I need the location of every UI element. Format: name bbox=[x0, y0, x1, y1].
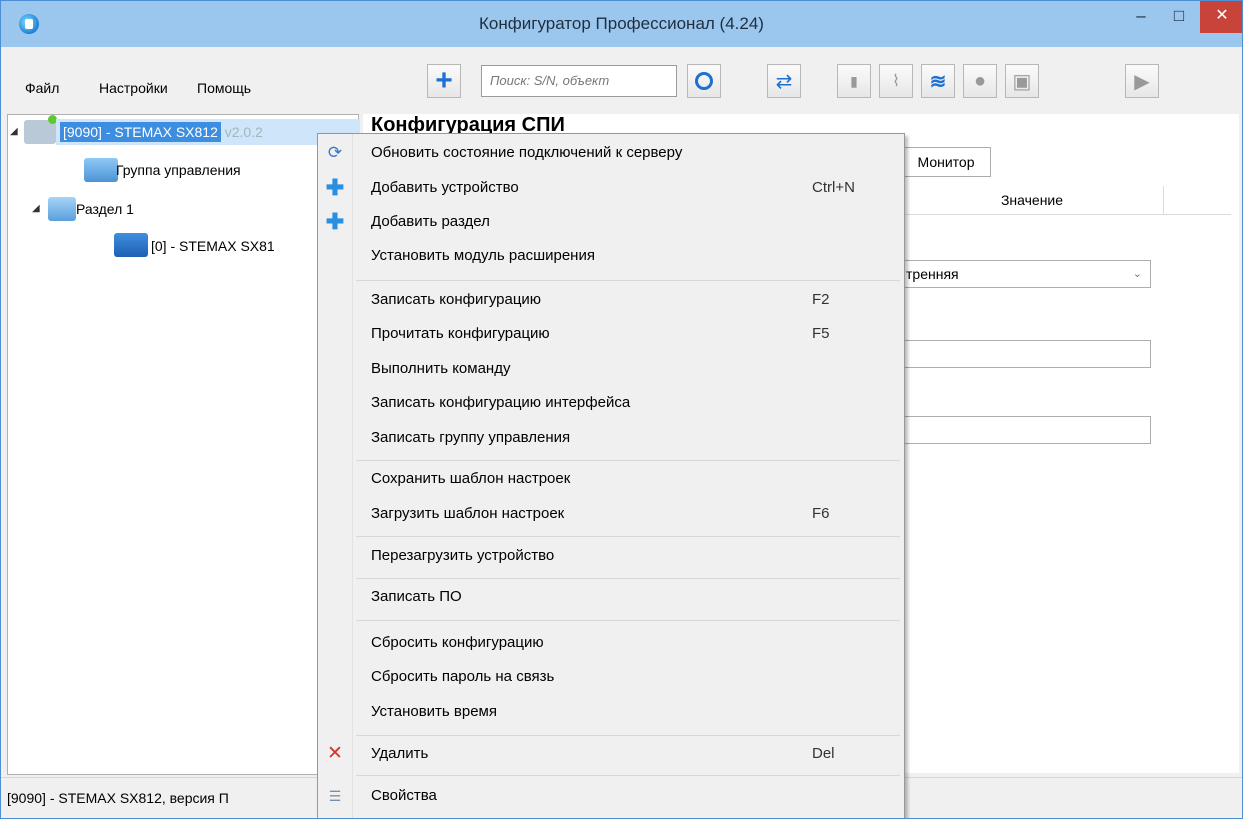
menu-item-write-control-group[interactable]: Записать группу управления bbox=[318, 422, 904, 456]
globe-icon: ● bbox=[973, 69, 987, 92]
maximize-button[interactable]: □ bbox=[1161, 1, 1197, 33]
value-field-1[interactable] bbox=[901, 340, 1151, 368]
menu-item-write-config[interactable]: Записать конфигурацию F2 bbox=[318, 284, 904, 318]
tree-section-label: Раздел 1 bbox=[76, 201, 134, 217]
device-tree: ◢ [9090] - STEMAX SX812 v2.0.2 Группа уп… bbox=[7, 114, 360, 775]
window-title: Конфигуратор Профессионал (4.24) bbox=[479, 14, 764, 33]
tree-root-label: [9090] - STEMAX SX812 bbox=[60, 122, 221, 142]
dropdown-value: тренняя bbox=[906, 266, 959, 282]
plus-icon: + bbox=[435, 64, 453, 97]
device-icon: ▣ bbox=[1012, 70, 1032, 93]
add-button[interactable]: + bbox=[427, 64, 461, 98]
tree-item-root[interactable]: ◢ [9090] - STEMAX SX812 v2.0.2 bbox=[8, 115, 360, 145]
menu-item-reset-password[interactable]: Сбросить пароль на связь bbox=[318, 661, 904, 695]
menu-separator bbox=[356, 775, 900, 776]
search-input[interactable]: Поиск: S/N, объект bbox=[481, 65, 677, 97]
wifi-button[interactable]: ≋ bbox=[921, 64, 955, 98]
user-connect-icon: ⇄ bbox=[775, 70, 793, 93]
menu-item-set-time[interactable]: Установить время bbox=[318, 696, 904, 730]
tab-monitor[interactable]: Монитор bbox=[901, 147, 991, 177]
menu-item-refresh[interactable]: ⟳ Обновить состояние подключений к серве… bbox=[318, 137, 904, 171]
device-icon bbox=[114, 233, 148, 257]
menu-file[interactable]: Файл bbox=[25, 80, 59, 96]
menu-item-reset-config[interactable]: Сбросить конфигурацию bbox=[318, 627, 904, 661]
play-icon: ▶ bbox=[1134, 70, 1150, 93]
chevron-down-icon: ⌄ bbox=[1132, 268, 1142, 280]
group-icon bbox=[84, 158, 118, 182]
usb-icon: ▮ bbox=[850, 72, 858, 89]
section-icon bbox=[48, 197, 76, 221]
value-field-2[interactable] bbox=[901, 416, 1151, 444]
menu-item-save-template[interactable]: Сохранить шаблон настроек bbox=[318, 463, 904, 497]
tree-root-version: v2.0.2 bbox=[224, 124, 263, 140]
menu-item-install-module[interactable]: Установить модуль расширения bbox=[318, 240, 904, 274]
collapse-icon[interactable]: ◢ bbox=[10, 119, 18, 145]
status-text: [9090] - STEMAX SX812, версия П bbox=[7, 790, 229, 806]
key-search-icon bbox=[695, 72, 713, 90]
menu-item-delete[interactable]: ✕ Удалить Del bbox=[318, 738, 904, 772]
menu-separator bbox=[356, 536, 900, 537]
menu-separator bbox=[356, 280, 900, 281]
column-value-header: Значение bbox=[901, 186, 1164, 214]
app-window: Конфигуратор Профессионал (4.24) – □ ✕ Ф… bbox=[0, 0, 1243, 819]
menu-separator bbox=[356, 460, 900, 461]
menu-settings[interactable]: Настройки bbox=[99, 80, 168, 96]
menu-separator bbox=[356, 578, 900, 579]
menu-item-write-interface-config[interactable]: Записать конфигурацию интерфейса bbox=[318, 387, 904, 421]
antenna-icon: ⌇ bbox=[892, 73, 900, 90]
network-button[interactable]: ● bbox=[963, 64, 997, 98]
menu-item-write-firmware[interactable]: Записать ПО bbox=[318, 581, 904, 615]
value-dropdown[interactable]: тренняя ⌄ bbox=[901, 260, 1151, 288]
menu-item-add-device[interactable]: ✚ Добавить устройство Ctrl+N bbox=[318, 172, 904, 206]
tree-device-label: [0] - STEMAX SX81 bbox=[151, 238, 275, 254]
delete-icon: ✕ bbox=[327, 743, 343, 764]
menu-help[interactable]: Помощь bbox=[197, 80, 251, 96]
menu-item-properties[interactable]: ☰ Свойства bbox=[318, 780, 904, 814]
menu-item-read-config[interactable]: Прочитать конфигурацию F5 bbox=[318, 318, 904, 352]
collapse-icon[interactable]: ◢ bbox=[32, 196, 40, 222]
radio-button[interactable]: ⌇ bbox=[879, 64, 913, 98]
menu-separator bbox=[356, 735, 900, 736]
device-button[interactable]: ▣ bbox=[1005, 64, 1039, 98]
wifi-icon: ≋ bbox=[929, 70, 947, 93]
add-device-icon: ✚ bbox=[325, 175, 345, 200]
usb-button[interactable]: ▮ bbox=[837, 64, 871, 98]
properties-icon: ☰ bbox=[328, 788, 342, 804]
context-menu: ⟳ Обновить состояние подключений к серве… bbox=[317, 133, 905, 818]
refresh-icon: ⟳ bbox=[327, 143, 343, 162]
search-button[interactable] bbox=[687, 64, 721, 98]
menu-item-reboot-device[interactable]: Перезагрузить устройство bbox=[318, 540, 904, 574]
tree-group-label: Группа управления bbox=[116, 162, 241, 178]
menu-item-add-section[interactable]: ✚ Добавить раздел bbox=[318, 206, 904, 240]
add-section-icon: ✚ bbox=[325, 209, 345, 234]
properties-grid-header: Значение bbox=[901, 186, 1231, 215]
close-button[interactable]: ✕ bbox=[1200, 1, 1242, 33]
connect-user-button[interactable]: ⇄ bbox=[767, 64, 801, 98]
menu-item-execute-command[interactable]: Выполнить команду bbox=[318, 353, 904, 387]
menu-separator bbox=[356, 620, 900, 621]
play-button[interactable]: ▶ bbox=[1125, 64, 1159, 98]
title-bar: Конфигуратор Профессионал (4.24) – □ ✕ bbox=[1, 1, 1242, 47]
minimize-button[interactable]: – bbox=[1123, 1, 1159, 33]
menu-item-load-template[interactable]: Загрузить шаблон настроек F6 bbox=[318, 498, 904, 532]
